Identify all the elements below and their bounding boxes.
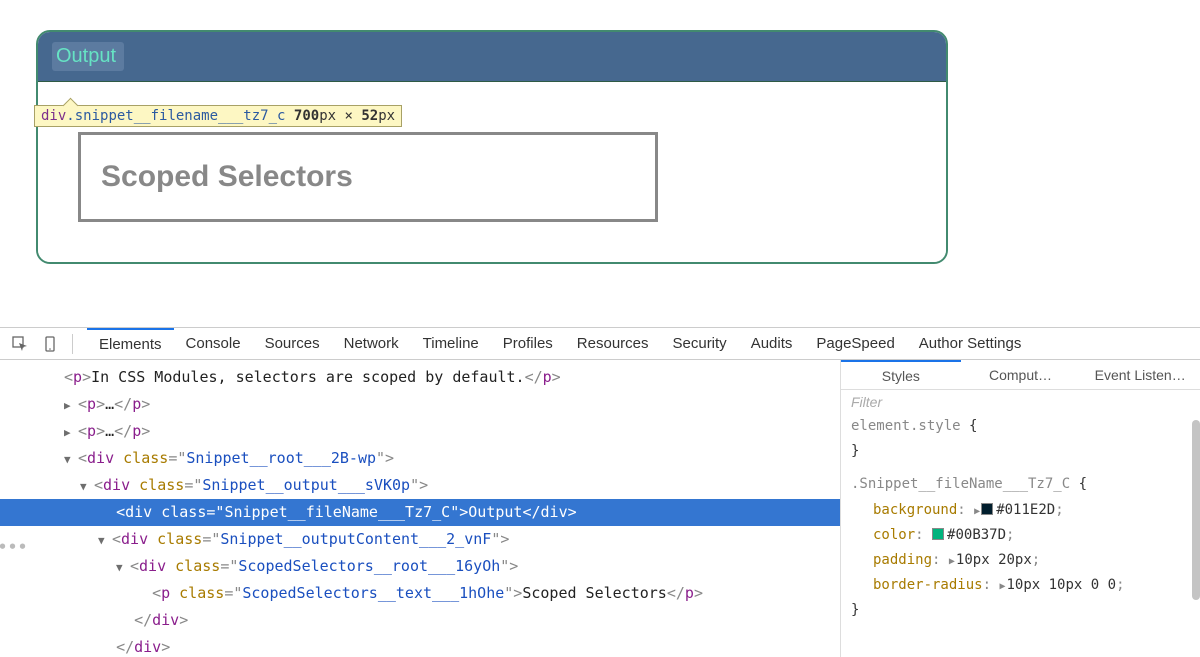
dom-line[interactable]: ▼<div class="Snippet__root___2B-wp"> bbox=[0, 445, 840, 472]
scrollbar-thumb[interactable] bbox=[1192, 420, 1200, 600]
dom-line[interactable]: ▶<p>…</p> bbox=[0, 391, 840, 418]
css-prop-background[interactable]: background: ▶#011E2D; bbox=[851, 498, 1190, 523]
dom-line[interactable]: ▼<div class="Snippet__output___sVK0p"> bbox=[0, 472, 840, 499]
preview-card: Output Scoped Selectors bbox=[36, 30, 948, 264]
styles-tab-comput-[interactable]: Comput… bbox=[961, 360, 1081, 389]
tooltip-tag: div bbox=[41, 108, 66, 124]
inspect-icon[interactable] bbox=[12, 336, 28, 352]
dom-line[interactable]: </div> bbox=[0, 634, 840, 657]
devtools-tab-elements[interactable]: Elements bbox=[87, 328, 174, 359]
scoped-selectors-box: Scoped Selectors bbox=[78, 132, 658, 222]
devtools-tab-network[interactable]: Network bbox=[332, 328, 411, 359]
devtools-tab-timeline[interactable]: Timeline bbox=[411, 328, 491, 359]
devtools-tab-pagespeed[interactable]: PageSpeed bbox=[804, 328, 906, 359]
devtools-tab-audits[interactable]: Audits bbox=[739, 328, 805, 359]
output-label: Output bbox=[52, 42, 124, 71]
dom-line[interactable]: <p>In CSS Modules, selectors are scoped … bbox=[0, 364, 840, 391]
dom-line[interactable]: ▼<div class="Snippet__outputContent___2_… bbox=[0, 526, 840, 553]
css-prop-color[interactable]: color: #00B37D; bbox=[851, 523, 1190, 548]
styles-tab-styles[interactable]: Styles bbox=[841, 360, 961, 389]
devtools: ElementsConsoleSourcesNetworkTimelinePro… bbox=[0, 327, 1200, 657]
scoped-heading: Scoped Selectors bbox=[101, 160, 635, 194]
element-style-selector: element.style bbox=[851, 418, 961, 434]
devtools-tabs: ElementsConsoleSourcesNetworkTimelinePro… bbox=[87, 328, 1033, 359]
tooltip-class: .snippet__filename___tz7_c bbox=[66, 108, 285, 124]
dom-line[interactable]: </div> bbox=[0, 607, 840, 634]
dom-line[interactable]: ▶<p>…</p> bbox=[0, 418, 840, 445]
devtools-tab-author-settings[interactable]: Author Settings bbox=[907, 328, 1034, 359]
styles-panel: StylesComput…Event Listen… Filter elemen… bbox=[840, 360, 1200, 657]
dom-line[interactable]: ▼<div class="ScopedSelectors__root___16y… bbox=[0, 553, 840, 580]
devtools-tab-resources[interactable]: Resources bbox=[565, 328, 661, 359]
element-tooltip: div.snippet__filename___tz7_c 700px × 52… bbox=[34, 105, 402, 127]
dom-line-selected[interactable]: <div class="Snippet__fileName___Tz7_C">O… bbox=[0, 499, 840, 526]
output-header: Output bbox=[38, 32, 946, 82]
css-prop-padding[interactable]: padding: ▶10px 20px; bbox=[851, 548, 1190, 573]
styles-tabs: StylesComput…Event Listen… bbox=[841, 360, 1200, 390]
devtools-tab-sources[interactable]: Sources bbox=[253, 328, 332, 359]
css-prop-border-radius[interactable]: border-radius: ▶10px 10px 0 0; bbox=[851, 573, 1190, 598]
devtools-tab-security[interactable]: Security bbox=[661, 328, 739, 359]
device-icon[interactable] bbox=[42, 336, 58, 352]
dom-panel[interactable]: ••• <p>In CSS Modules, selectors are sco… bbox=[0, 360, 840, 657]
rule-selector[interactable]: .Snippet__fileName___Tz7_C bbox=[851, 476, 1070, 492]
devtools-toolbar: ElementsConsoleSourcesNetworkTimelinePro… bbox=[0, 328, 1200, 360]
dom-line[interactable]: <p class="ScopedSelectors__text___1hOhe"… bbox=[0, 580, 840, 607]
devtools-tab-console[interactable]: Console bbox=[174, 328, 253, 359]
devtools-tab-profiles[interactable]: Profiles bbox=[491, 328, 565, 359]
styles-tab-event-listen-[interactable]: Event Listen… bbox=[1080, 360, 1200, 389]
filter-input[interactable]: Filter bbox=[841, 390, 1200, 414]
